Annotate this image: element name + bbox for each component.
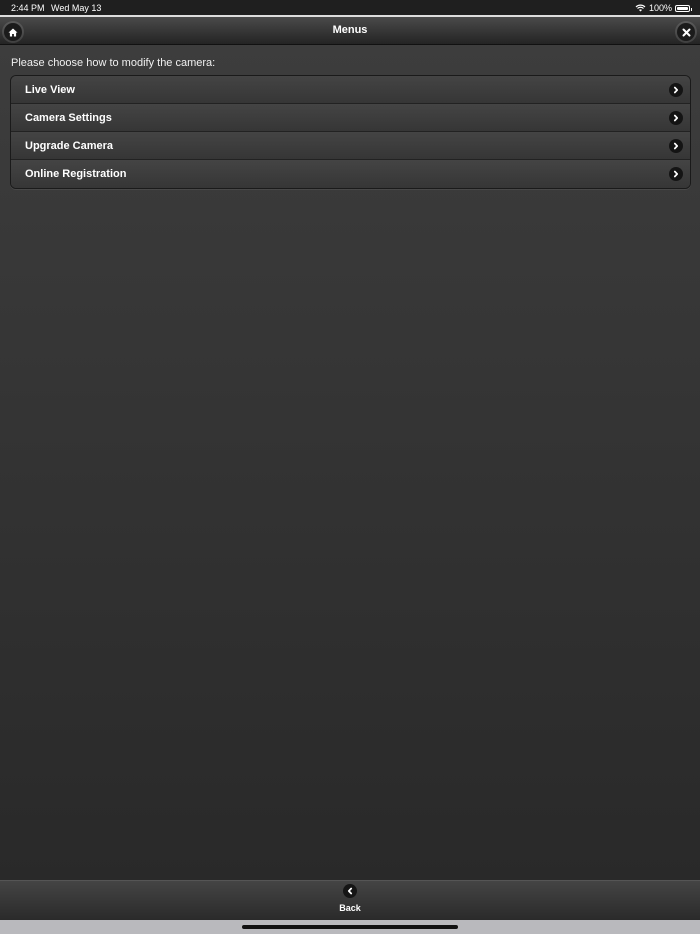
page-title: Menus (332, 24, 368, 36)
menu-item-label: Upgrade Camera (25, 140, 114, 152)
status-date: Wed May 13 (51, 3, 102, 13)
top-navigation-bar: Menus (0, 15, 700, 45)
close-icon (682, 28, 690, 36)
menu-list: Live View Camera Settings Upgrade Camera… (10, 75, 691, 189)
instruction-text: Please choose how to modify the camera: (11, 57, 216, 69)
status-right: 100% (635, 3, 692, 13)
menu-item-label: Online Registration (25, 168, 127, 180)
main-content: Please choose how to modify the camera: … (0, 45, 700, 880)
home-indicator-area (0, 920, 700, 934)
menu-item-label: Live View (25, 84, 75, 96)
home-indicator[interactable] (242, 925, 458, 929)
status-bar: 2:44 PM Wed May 13 100% (0, 0, 700, 15)
chevron-right-icon (669, 83, 683, 97)
chevron-right-icon (669, 111, 683, 125)
battery-icon (675, 4, 692, 12)
menu-item-live-view[interactable]: Live View (11, 76, 690, 104)
menu-item-upgrade-camera[interactable]: Upgrade Camera (11, 132, 690, 160)
chevron-left-icon (343, 884, 357, 898)
back-button[interactable]: Back (330, 884, 370, 918)
bottom-toolbar: Back (0, 880, 700, 920)
menu-item-label: Camera Settings (25, 112, 112, 124)
status-time: 2:44 PM (11, 3, 45, 13)
back-label: Back (339, 903, 361, 913)
chevron-right-icon (669, 167, 683, 181)
battery-percent: 100% (648, 3, 672, 13)
menu-item-camera-settings[interactable]: Camera Settings (11, 104, 690, 132)
wifi-icon (635, 4, 646, 12)
menu-item-online-registration[interactable]: Online Registration (11, 160, 690, 188)
close-button[interactable] (677, 23, 695, 41)
chevron-right-icon (669, 139, 683, 153)
